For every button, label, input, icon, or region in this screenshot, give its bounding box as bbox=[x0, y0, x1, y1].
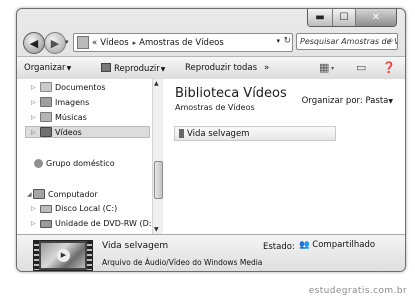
close-button[interactable]: ✕ bbox=[356, 9, 396, 26]
scrollbar-thumb[interactable] bbox=[154, 161, 163, 199]
chevron-down-icon: ▼ bbox=[66, 65, 72, 72]
breadcrumb-sample-videos[interactable]: Amostras de Vídeos bbox=[139, 38, 224, 48]
recent-pages-button[interactable]: ▾ bbox=[65, 38, 69, 46]
play-all-button[interactable]: Reproduzir todas bbox=[185, 63, 257, 73]
nav-item-label: Vídeos bbox=[55, 127, 82, 137]
film-strip-left bbox=[34, 241, 39, 270]
arrange-by-dropdown[interactable]: Pasta▼ bbox=[365, 96, 393, 106]
organize-menu[interactable]: Organizar▼ bbox=[24, 63, 71, 73]
drive-icon bbox=[40, 204, 52, 213]
dvd-drive-icon bbox=[40, 219, 52, 228]
details-state: 👥 Compartilhado bbox=[299, 240, 375, 250]
watermark: estudegratis.com.br bbox=[308, 286, 407, 296]
address-overflow-chevron[interactable]: « bbox=[92, 38, 97, 48]
arrange-by-label: Organizar por: bbox=[301, 96, 363, 106]
share-label: Reproduzir bbox=[114, 64, 160, 74]
more-commands-button[interactable]: » bbox=[264, 63, 269, 73]
details-state-label: Estado: bbox=[263, 242, 295, 252]
share-menu[interactable]: Reproduzir▼ bbox=[101, 63, 165, 74]
file-item[interactable]: Vida selvagem bbox=[174, 126, 336, 141]
command-bar: Organizar▼ Reproduzir▼ Reproduzir todas … bbox=[17, 56, 405, 80]
expand-icon[interactable]: ▷ bbox=[31, 114, 40, 121]
arrange-by-value: Pasta bbox=[365, 96, 389, 106]
address-bar[interactable]: « Vídeos ▸ Amostras de Vídeos ▾ ↻ bbox=[73, 33, 293, 52]
chevron-down-icon: ▼ bbox=[160, 66, 166, 73]
address-row: ◀ ▶ ▾ « Vídeos ▸ Amostras de Vídeos ▾ ↻ … bbox=[23, 31, 399, 54]
homegroup-icon bbox=[34, 159, 43, 168]
library-title: Biblioteca Vídeos bbox=[175, 86, 287, 101]
nav-item-dvd-drive[interactable]: ▷ Unidade de DVD-RW (D:) bbox=[31, 219, 155, 228]
play-icon: ▶ bbox=[57, 249, 70, 262]
nav-item-label: Disco Local (C:) bbox=[55, 204, 118, 213]
nav-item-homegroup[interactable]: Grupo doméstico bbox=[34, 159, 115, 168]
library-icon bbox=[77, 36, 89, 49]
chevron-down-icon[interactable]: ▾ bbox=[331, 65, 334, 72]
nav-item-music[interactable]: ▷ Músicas bbox=[31, 112, 87, 122]
forward-button[interactable]: ▶ bbox=[44, 32, 66, 54]
chevron-down-icon: ▼ bbox=[388, 98, 393, 105]
music-icon bbox=[40, 112, 52, 122]
file-name: Vida selvagem bbox=[187, 128, 250, 139]
navigation-scrollbar[interactable]: ▲ ▼ bbox=[152, 79, 163, 234]
content-pane: Biblioteca Vídeos Amostras de Vídeos Org… bbox=[163, 79, 405, 234]
refresh-button[interactable]: ↻ bbox=[283, 36, 291, 46]
pictures-icon bbox=[40, 97, 52, 107]
details-file-type: Arquivo de Áudio/Vídeo do Windows Media bbox=[102, 258, 263, 267]
main-area: ▷ Documentos ▷ Imagens ▷ Músicas ▷ Vídeo… bbox=[17, 79, 405, 234]
nav-item-documents[interactable]: ▷ Documentos bbox=[31, 82, 106, 92]
nav-item-label: Grupo doméstico bbox=[46, 159, 115, 168]
video-file-icon bbox=[179, 129, 184, 138]
minimize-button[interactable]: ▬ bbox=[308, 9, 333, 26]
expand-icon[interactable]: ▷ bbox=[31, 129, 40, 136]
explorer-window: ▬ ☐ ✕ ◀ ▶ ▾ « Vídeos ▸ Amostras de Vídeo… bbox=[16, 8, 406, 272]
expand-icon[interactable]: ▷ bbox=[31, 205, 40, 212]
maximize-button[interactable]: ☐ bbox=[333, 9, 356, 26]
breadcrumb-separator[interactable]: ▸ bbox=[133, 39, 137, 47]
nav-item-label: Unidade de DVD-RW (D:) bbox=[55, 219, 155, 228]
nav-item-label: Imagens bbox=[55, 97, 90, 107]
arrange-by: Organizar por: Pasta▼ bbox=[302, 96, 393, 106]
expand-icon[interactable]: ▷ bbox=[31, 220, 40, 227]
back-button[interactable]: ◀ bbox=[23, 32, 45, 54]
library-subtitle[interactable]: Amostras de Vídeos bbox=[175, 103, 255, 112]
help-icon[interactable]: ❓ bbox=[382, 61, 396, 74]
search-input[interactable]: Pesquisar Amostras de Ví... bbox=[296, 33, 398, 50]
nav-item-videos[interactable]: ▷ Vídeos bbox=[25, 126, 150, 138]
preview-pane-icon[interactable]: ▭ bbox=[356, 61, 366, 74]
nav-item-label: Computador bbox=[48, 189, 98, 199]
details-pane: ▶ Vida selvagem Arquivo de Áudio/Vídeo d… bbox=[17, 234, 405, 271]
nav-item-label: Músicas bbox=[55, 112, 87, 122]
computer-icon bbox=[33, 189, 45, 199]
nav-item-local-disk[interactable]: ▷ Disco Local (C:) bbox=[31, 204, 117, 213]
caption-buttons: ▬ ☐ ✕ bbox=[307, 9, 397, 27]
nav-item-pictures[interactable]: ▷ Imagens bbox=[31, 97, 89, 107]
details-file-name: Vida selvagem bbox=[102, 241, 169, 251]
organize-label: Organizar bbox=[24, 63, 66, 73]
scroll-up-icon[interactable]: ▲ bbox=[154, 80, 159, 87]
chevron-down-icon[interactable]: ▾ bbox=[276, 37, 280, 45]
scroll-down-icon[interactable]: ▼ bbox=[154, 226, 159, 233]
search-icon[interactable]: ⌕ bbox=[388, 35, 396, 46]
nav-item-label: Documentos bbox=[55, 82, 106, 92]
breadcrumb-videos[interactable]: Vídeos bbox=[100, 38, 128, 48]
expand-icon[interactable]: ▷ bbox=[31, 84, 40, 91]
videos-icon bbox=[40, 127, 52, 137]
nav-item-computer[interactable]: ◢ Computador bbox=[27, 189, 98, 199]
navigation-pane: ▷ Documentos ▷ Imagens ▷ Músicas ▷ Vídeo… bbox=[17, 79, 155, 234]
video-thumbnail: ▶ bbox=[33, 240, 93, 271]
details-state-value: Compartilhado bbox=[312, 240, 376, 250]
film-strip-right bbox=[87, 241, 92, 270]
documents-icon bbox=[40, 82, 52, 92]
play-icon bbox=[101, 63, 111, 72]
play-all-label: Reproduzir todas bbox=[185, 63, 258, 73]
view-options-icon[interactable]: ▦ bbox=[319, 61, 329, 74]
shared-icon: 👥 bbox=[299, 240, 310, 250]
expand-icon[interactable]: ▷ bbox=[31, 99, 40, 106]
